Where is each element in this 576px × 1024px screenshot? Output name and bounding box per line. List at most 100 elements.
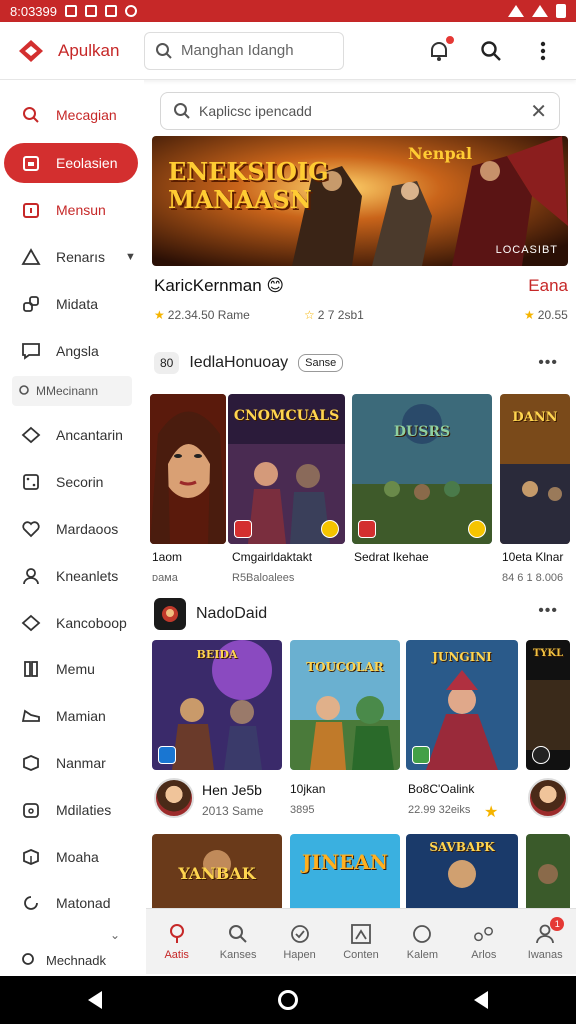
star-icon: ★ [154, 308, 165, 322]
store-icon [20, 152, 42, 174]
cube-icon [20, 752, 42, 774]
diamond-icon [20, 612, 42, 634]
game-card[interactable]: DANN [500, 394, 570, 544]
sidebar-item-6[interactable]: Ancantarin [0, 412, 144, 459]
game-card[interactable] [526, 834, 570, 914]
card-art-title: YANBAK [178, 864, 256, 883]
game-card[interactable]: JUNGINI [406, 640, 518, 770]
card-art-title: CNOMCUALS [233, 408, 340, 424]
sidebar-item-15[interactable]: Moaha [0, 833, 144, 880]
star-icon: ☆ [304, 308, 315, 322]
sidebar-item-7[interactable]: Secorin [0, 459, 144, 506]
game-card[interactable]: JINEAN [290, 834, 400, 914]
chevron-down-icon[interactable]: ▼ [125, 251, 136, 263]
card-art-title: TOUCOLAR [306, 660, 384, 674]
search-icon [156, 42, 172, 59]
sidebar-item-10[interactable]: Kancoboop [0, 599, 144, 646]
more-button[interactable]: ••• [538, 602, 558, 620]
card-subtitle: 84 6 1 8.006 [502, 572, 564, 584]
card-title: Bo8C'Oalink [408, 782, 475, 796]
section-chip[interactable]: 80 [154, 352, 180, 374]
nav-item-2[interactable]: Hapen [273, 923, 327, 961]
game-card[interactable]: SAVBAPK [406, 834, 518, 914]
sidebar: Mecagian Eeolasien Mensun Renarıs ▼ Mida… [0, 80, 144, 976]
sidebar-item-11[interactable]: Memu [0, 646, 144, 693]
banner-tag: LOCASIBT [495, 244, 558, 256]
card-subtitle: 22.99 32eiks [408, 804, 471, 816]
chevron-down-icon[interactable]: ⌄ [110, 928, 120, 942]
banner-title: ENEKSIOIG MANAASN [168, 157, 329, 214]
sidebar-item-2[interactable]: Mensun [0, 187, 144, 234]
sidebar-bottom-item[interactable]: Mechnadk [20, 952, 106, 968]
game-card[interactable]: CNOMCUALS [228, 394, 345, 544]
featured-banner[interactable]: ENEKSIOIG MANAASN Nenpal LOCASIBT [152, 136, 568, 266]
sidebar-item-label: Angsla [56, 342, 99, 359]
sidebar-item-0[interactable]: Mecagian [0, 92, 144, 139]
game-card[interactable]: BEIDA [152, 640, 282, 770]
sidebar-item-13[interactable]: Nanmar [0, 740, 144, 787]
main-search-placeholder: Kaplicsc ipencadd [199, 103, 312, 119]
main-search-input[interactable]: Kaplicsc ipencadd ✕ [160, 92, 560, 130]
card-art-title: TYKL [532, 648, 564, 659]
card-subtitle: 3895 [290, 804, 315, 816]
sidebar-item-4[interactable]: Midata [0, 280, 144, 327]
card-subtitle: 2013 Same [202, 804, 264, 818]
game-card[interactable]: TOUCOLAR [290, 640, 400, 770]
sidebar-item-label: Renarıs [56, 248, 106, 265]
sidebar-item-label: Eeolasien [56, 154, 118, 171]
card-icon [20, 199, 42, 221]
featured-title[interactable]: KaricKernman 😊 [154, 276, 284, 296]
battery-icon [556, 4, 566, 18]
notifications-button[interactable] [426, 33, 456, 64]
app-logo-icon [16, 36, 46, 66]
sidebar-item-5[interactable]: Angsla [0, 327, 144, 374]
sidebar-item-9[interactable]: Kneanlets [0, 552, 144, 599]
card-art-title: SAVBAPK [429, 840, 495, 854]
more-menu-button[interactable] [530, 38, 556, 64]
search-button[interactable] [478, 38, 504, 64]
featured-right-title[interactable]: Eana [528, 276, 568, 296]
recents-icon[interactable] [474, 991, 488, 1009]
top-search-input[interactable]: Manghan Idangh [144, 31, 344, 70]
game-card[interactable]: DUSRS [352, 394, 492, 544]
nav-item-4[interactable]: Kalem [395, 923, 449, 961]
nav-item-3[interactable]: Conten [334, 923, 388, 961]
game-badge-icon [468, 520, 486, 538]
apps-icon [20, 293, 42, 315]
section-title: IedlaHonuoay [189, 354, 289, 371]
more-button[interactable]: ••• [538, 354, 558, 372]
app-bar: Apulkan Manghan Idangh [0, 22, 576, 80]
chat-icon [20, 340, 42, 362]
nav-item-0[interactable]: Aatis [150, 923, 204, 961]
sidebar-item-12[interactable]: Mamian [0, 693, 144, 740]
sidebar-item-8[interactable]: Mardaoos [0, 506, 144, 553]
back-icon[interactable] [88, 991, 102, 1009]
top-search-placeholder: Manghan Idangh [181, 42, 294, 59]
sidebar-item-16[interactable]: Matonad [0, 880, 144, 927]
status-bar: 8:03399 [0, 0, 576, 22]
home-icon[interactable] [278, 990, 298, 1010]
refresh-icon [20, 892, 42, 914]
sidebar-item-14[interactable]: Mdilaties [0, 786, 144, 833]
star-icon: ★ [524, 308, 535, 322]
avatar[interactable] [528, 778, 568, 818]
close-icon[interactable]: ✕ [530, 99, 547, 124]
avatar[interactable] [154, 778, 194, 818]
game-card[interactable]: YANBAK [152, 834, 282, 914]
shield-icon [289, 923, 311, 945]
sidebar-item-3[interactable]: Renarıs ▼ [0, 234, 144, 281]
section-pill[interactable]: Sanse [298, 354, 344, 372]
bottom-nav: Aatis Kanses Hapen Conten Kalem Arlos 1 … [146, 908, 576, 974]
game-card[interactable]: TYKL [526, 640, 570, 770]
card-subtitle: ᴅaᴍa [152, 572, 178, 584]
card-art [150, 394, 226, 544]
nav-item-6[interactable]: 1 Iwanas [518, 916, 572, 961]
sidebar-item-1[interactable]: Eeolasien [4, 142, 138, 183]
nav-item-5[interactable]: Arlos [457, 923, 511, 961]
search-icon [20, 104, 42, 126]
game-card[interactable] [150, 394, 226, 544]
nav-item-1[interactable]: Kanses [211, 923, 265, 961]
more-vertical-icon [540, 41, 546, 60]
dots-icon [473, 923, 495, 945]
card-title: 10eta Klnar [502, 550, 564, 564]
